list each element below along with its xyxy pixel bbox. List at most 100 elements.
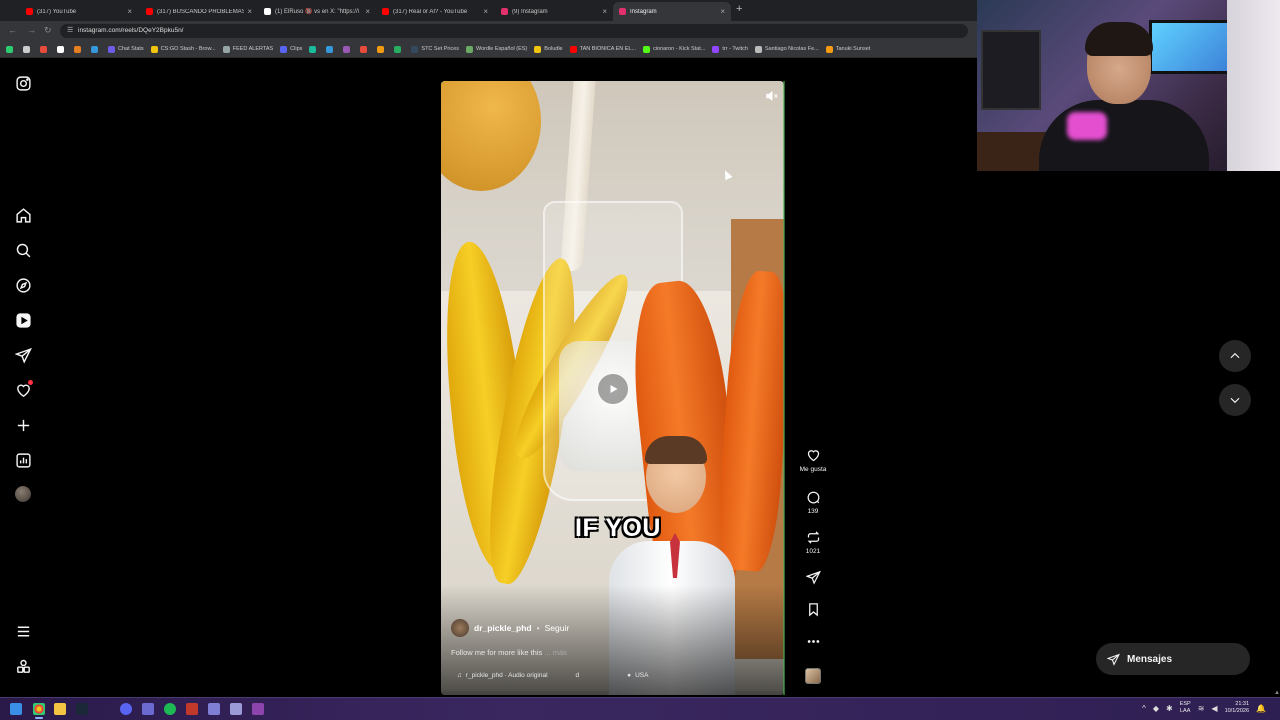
steam-icon[interactable] [76,703,88,715]
messages-pill-button[interactable]: Mensajes [1096,643,1250,675]
bookmark-item[interactable] [360,45,370,53]
bookmark-item[interactable]: Clips [280,45,302,53]
tab-close-icon[interactable]: × [602,7,607,16]
bookmark-item[interactable] [377,45,387,53]
wifi-icon[interactable]: ≋ [1198,704,1205,713]
instagram-logo-icon[interactable] [12,72,34,94]
app-icon[interactable] [208,703,220,715]
repost-button[interactable]: 1021 [796,530,830,555]
more-menu-icon[interactable] [12,620,34,642]
follow-button[interactable]: Seguir [545,623,570,633]
bookmark-item[interactable]: CS:GO Stash - Brow... [150,45,216,53]
audio-thumbnail[interactable] [805,668,821,684]
browser-tab[interactable]: (317) YouTube × [20,2,138,21]
mute-toggle[interactable] [765,89,779,103]
app-icon[interactable] [252,703,264,715]
bookmark-item[interactable]: Wordle Español (ES) [466,45,527,53]
bookmark-item[interactable]: STC Set Prices [411,45,459,53]
search-icon[interactable] [12,239,34,261]
bookmark-item[interactable] [57,45,67,53]
app-icon[interactable] [186,703,198,715]
reload-icon[interactable]: ↻ [44,25,52,36]
bookmark-item[interactable] [74,45,84,53]
webcam-side-monitor [981,30,1041,110]
description-more-link[interactable]: ... más [544,648,567,657]
explore-icon[interactable] [12,274,34,296]
avatar [15,486,31,502]
reels-icon[interactable] [12,309,34,331]
spotify-icon[interactable] [164,703,176,715]
previous-reel-button[interactable] [1219,340,1251,372]
discord-icon[interactable] [120,703,132,715]
browser-tab[interactable]: (317) BUSCANDO PROBLEMAS × [140,2,258,21]
location-text[interactable]: USA [635,672,648,679]
threads-icon[interactable] [12,655,34,677]
home-icon[interactable] [12,204,34,226]
scrollbar-handle[interactable]: ▲ [1274,690,1280,696]
share-button[interactable] [796,570,830,585]
bookmark-item[interactable] [343,45,353,53]
audio-name[interactable]: r_pickle_phd · Audio original [466,672,548,679]
create-icon[interactable] [12,414,34,436]
new-tab-button[interactable]: + [736,3,742,15]
url-field[interactable]: ☰ instagram.com/reels/DQeY2Bpku5n/ [60,24,968,38]
back-icon[interactable]: ← [8,25,17,35]
volume-icon[interactable]: ◀ [1211,704,1217,713]
bookmark-item[interactable] [309,45,319,53]
browser-tab[interactable]: (317) Real or AI? - YouTube × [376,2,494,21]
bookmark-item[interactable]: trr - Twitch [712,45,748,53]
like-button[interactable]: Me gusta [796,448,830,473]
browser-tab[interactable]: (9) Instagram × [495,2,613,21]
notifications-icon[interactable] [12,379,34,401]
chrome-taskbar-icon[interactable] [33,703,45,719]
notification-bell-icon[interactable]: 🔔 [1256,704,1266,713]
bookmark-item[interactable]: FEED ALERTAS [222,45,273,53]
taskbar-clock[interactable]: 21:31 10/1/2026 [1225,701,1249,715]
reel-video[interactable]: IF YOU dr_pickle_phd • Seguir Follow me … [441,81,784,695]
next-reel-button[interactable] [1219,384,1251,416]
author-avatar[interactable] [451,619,469,637]
tray-overflow-icon[interactable]: ^ [1142,704,1146,713]
bookmark-item[interactable]: Chat Stats [108,45,144,53]
tab-close-icon[interactable]: × [247,7,252,16]
bookmark-item[interactable] [40,45,50,53]
tab-close-icon[interactable]: × [127,7,132,16]
browser-tab[interactable]: (1) ElRuso 🔞 vs en X: "https://\ × [258,2,376,21]
more-options-button[interactable] [796,634,830,649]
save-button[interactable] [796,602,830,617]
bookmark-item[interactable] [326,45,336,53]
messages-icon[interactable] [12,344,34,366]
network-icon[interactable]: ◆ [1153,704,1159,713]
bookmark-item[interactable]: Boludle [534,45,563,53]
language-indicator[interactable]: ESP LAA [1180,701,1191,715]
forward-icon[interactable]: → [27,25,36,35]
bookmark-item[interactable]: Santiago Nicolas Fe... [754,45,819,53]
streamer-webcam-overlay [977,0,1280,171]
like-label: Me gusta [799,466,827,473]
bookmark-item[interactable] [23,45,33,53]
profile-avatar[interactable] [12,483,34,505]
comment-button[interactable]: 139 [796,490,830,515]
bookmark-item[interactable]: TAN BIONICA EN EL... [569,45,637,53]
tab-close-icon[interactable]: × [365,7,370,16]
bookmark-label: Santiago Nicolas Fe... [764,46,819,52]
dashboard-icon[interactable] [12,449,34,471]
tab-close-icon[interactable]: × [483,7,488,16]
app-icon[interactable] [142,703,154,715]
app-icon[interactable] [230,703,242,715]
bookmark-item[interactable]: cionaron - Kick Stat... [643,45,705,53]
bluetooth-icon[interactable]: ✱ [1166,704,1173,713]
play-button[interactable] [598,374,628,404]
bookmark-item[interactable] [91,45,101,53]
file-explorer-icon[interactable] [54,703,66,715]
start-button-icon[interactable] [10,703,22,715]
tab-close-icon[interactable]: × [720,7,725,16]
author-username[interactable]: dr_pickle_phd [474,623,532,633]
bookmark-label: TAN BIONICA EN EL... [579,46,637,52]
bookmark-item[interactable]: Tanuki Sunset [825,45,870,53]
bookmark-item[interactable] [394,45,404,53]
site-info-icon[interactable]: ☰ [67,24,73,38]
bookmark-item[interactable] [6,45,16,53]
browser-tab[interactable]: Instagram × [613,2,731,21]
location-pin-icon: ● [627,672,632,679]
